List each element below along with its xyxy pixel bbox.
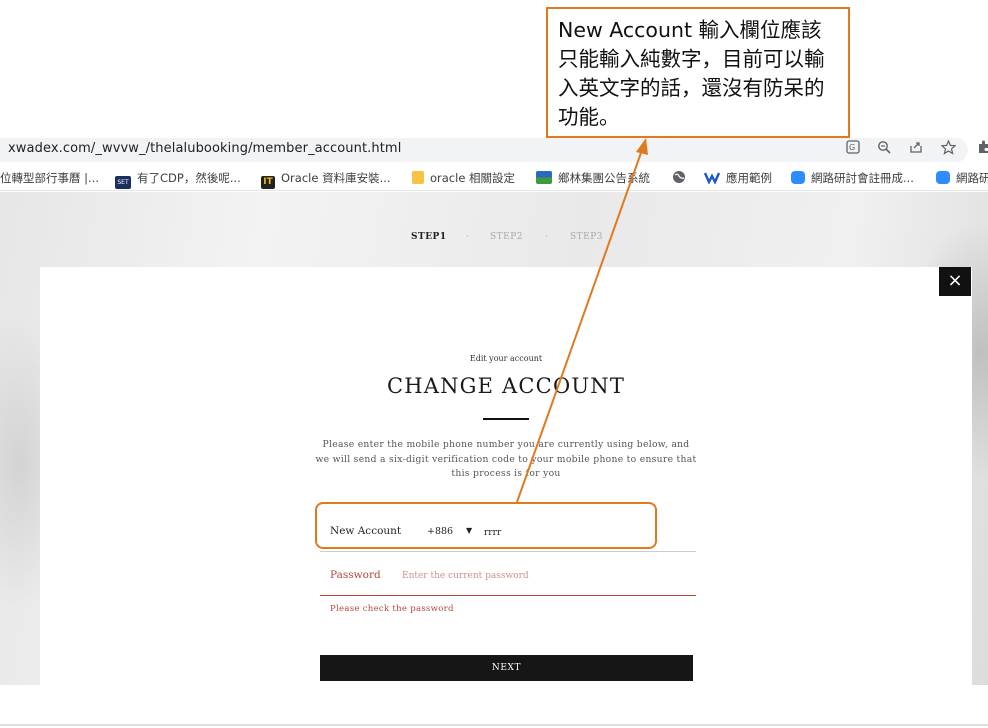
- address-bar-row: xwadex.com/_wvvw_/thelalubooking/member_…: [0, 138, 988, 162]
- extension-icon[interactable]: [974, 140, 988, 158]
- bookmark-item[interactable]: 鄉林集團公告系統: [536, 170, 650, 186]
- bookmark-item[interactable]: oracle 相關設定: [412, 170, 515, 186]
- bookmark-item[interactable]: 應用範例: [703, 170, 772, 186]
- next-button[interactable]: NEXT: [320, 655, 693, 681]
- bookmark-item[interactable]: 網路研: [936, 170, 988, 186]
- close-button[interactable]: ×: [939, 267, 971, 296]
- v-icon: [703, 172, 721, 185]
- zoom-meeting-icon: [791, 171, 805, 184]
- translate-icon[interactable]: G: [844, 140, 862, 158]
- bookmark-item[interactable]: SET 有了CDP，然後呢...: [115, 170, 241, 189]
- bookmark-item[interactable]: IT Oracle 資料庫安裝...: [261, 170, 391, 189]
- globe-icon: [673, 171, 685, 183]
- step-1: STEP1: [411, 232, 447, 242]
- it-icon: IT: [261, 176, 275, 189]
- svg-text:G: G: [849, 143, 855, 152]
- star-icon[interactable]: [939, 139, 957, 158]
- modal-description: Please enter the mobile phone number you…: [315, 439, 697, 479]
- address-bar[interactable]: xwadex.com/_wvvw_/thelalubooking/member_…: [0, 138, 968, 162]
- title-divider: [483, 418, 529, 420]
- bookmark-item[interactable]: 網路研討會註冊成...: [791, 170, 914, 186]
- flag-icon: [536, 171, 552, 184]
- annotation-callout: New Account 輸入欄位應該只能輸入純數字，目前可以輸入英文字的話，還沒…: [546, 7, 850, 138]
- set-icon: SET: [115, 176, 131, 189]
- modal-eyebrow: Edit your account: [469, 354, 543, 363]
- page-title: CHANGE ACCOUNT: [386, 374, 626, 398]
- share-icon[interactable]: [907, 140, 925, 158]
- password-field: Password: [320, 560, 696, 596]
- step-3: STEP3: [570, 232, 604, 242]
- zoom-icon[interactable]: [875, 140, 893, 158]
- step-separator: ·: [466, 232, 470, 242]
- bookmark-item[interactable]: [672, 170, 686, 186]
- bookmarks-bar: 位轉型部行事曆 |... SET 有了CDP，然後呢... IT Oracle 資料…: [0, 165, 988, 191]
- password-error: Please check the password: [330, 604, 454, 614]
- annotation-highlight-box: [315, 502, 657, 549]
- url-text[interactable]: xwadex.com/_wvvw_/thelalubooking/member_…: [8, 141, 401, 156]
- divider: [0, 724, 988, 726]
- bookmark-item[interactable]: 位轉型部行事曆 |...: [0, 170, 99, 186]
- screenshot-bottom-margin: [0, 685, 988, 728]
- password-label: Password: [330, 569, 381, 581]
- password-input[interactable]: [402, 567, 682, 585]
- folder-icon: [412, 171, 424, 184]
- zoom-meeting-icon: [936, 171, 950, 184]
- step-2: STEP2: [490, 232, 524, 242]
- step-separator: ·: [545, 232, 549, 242]
